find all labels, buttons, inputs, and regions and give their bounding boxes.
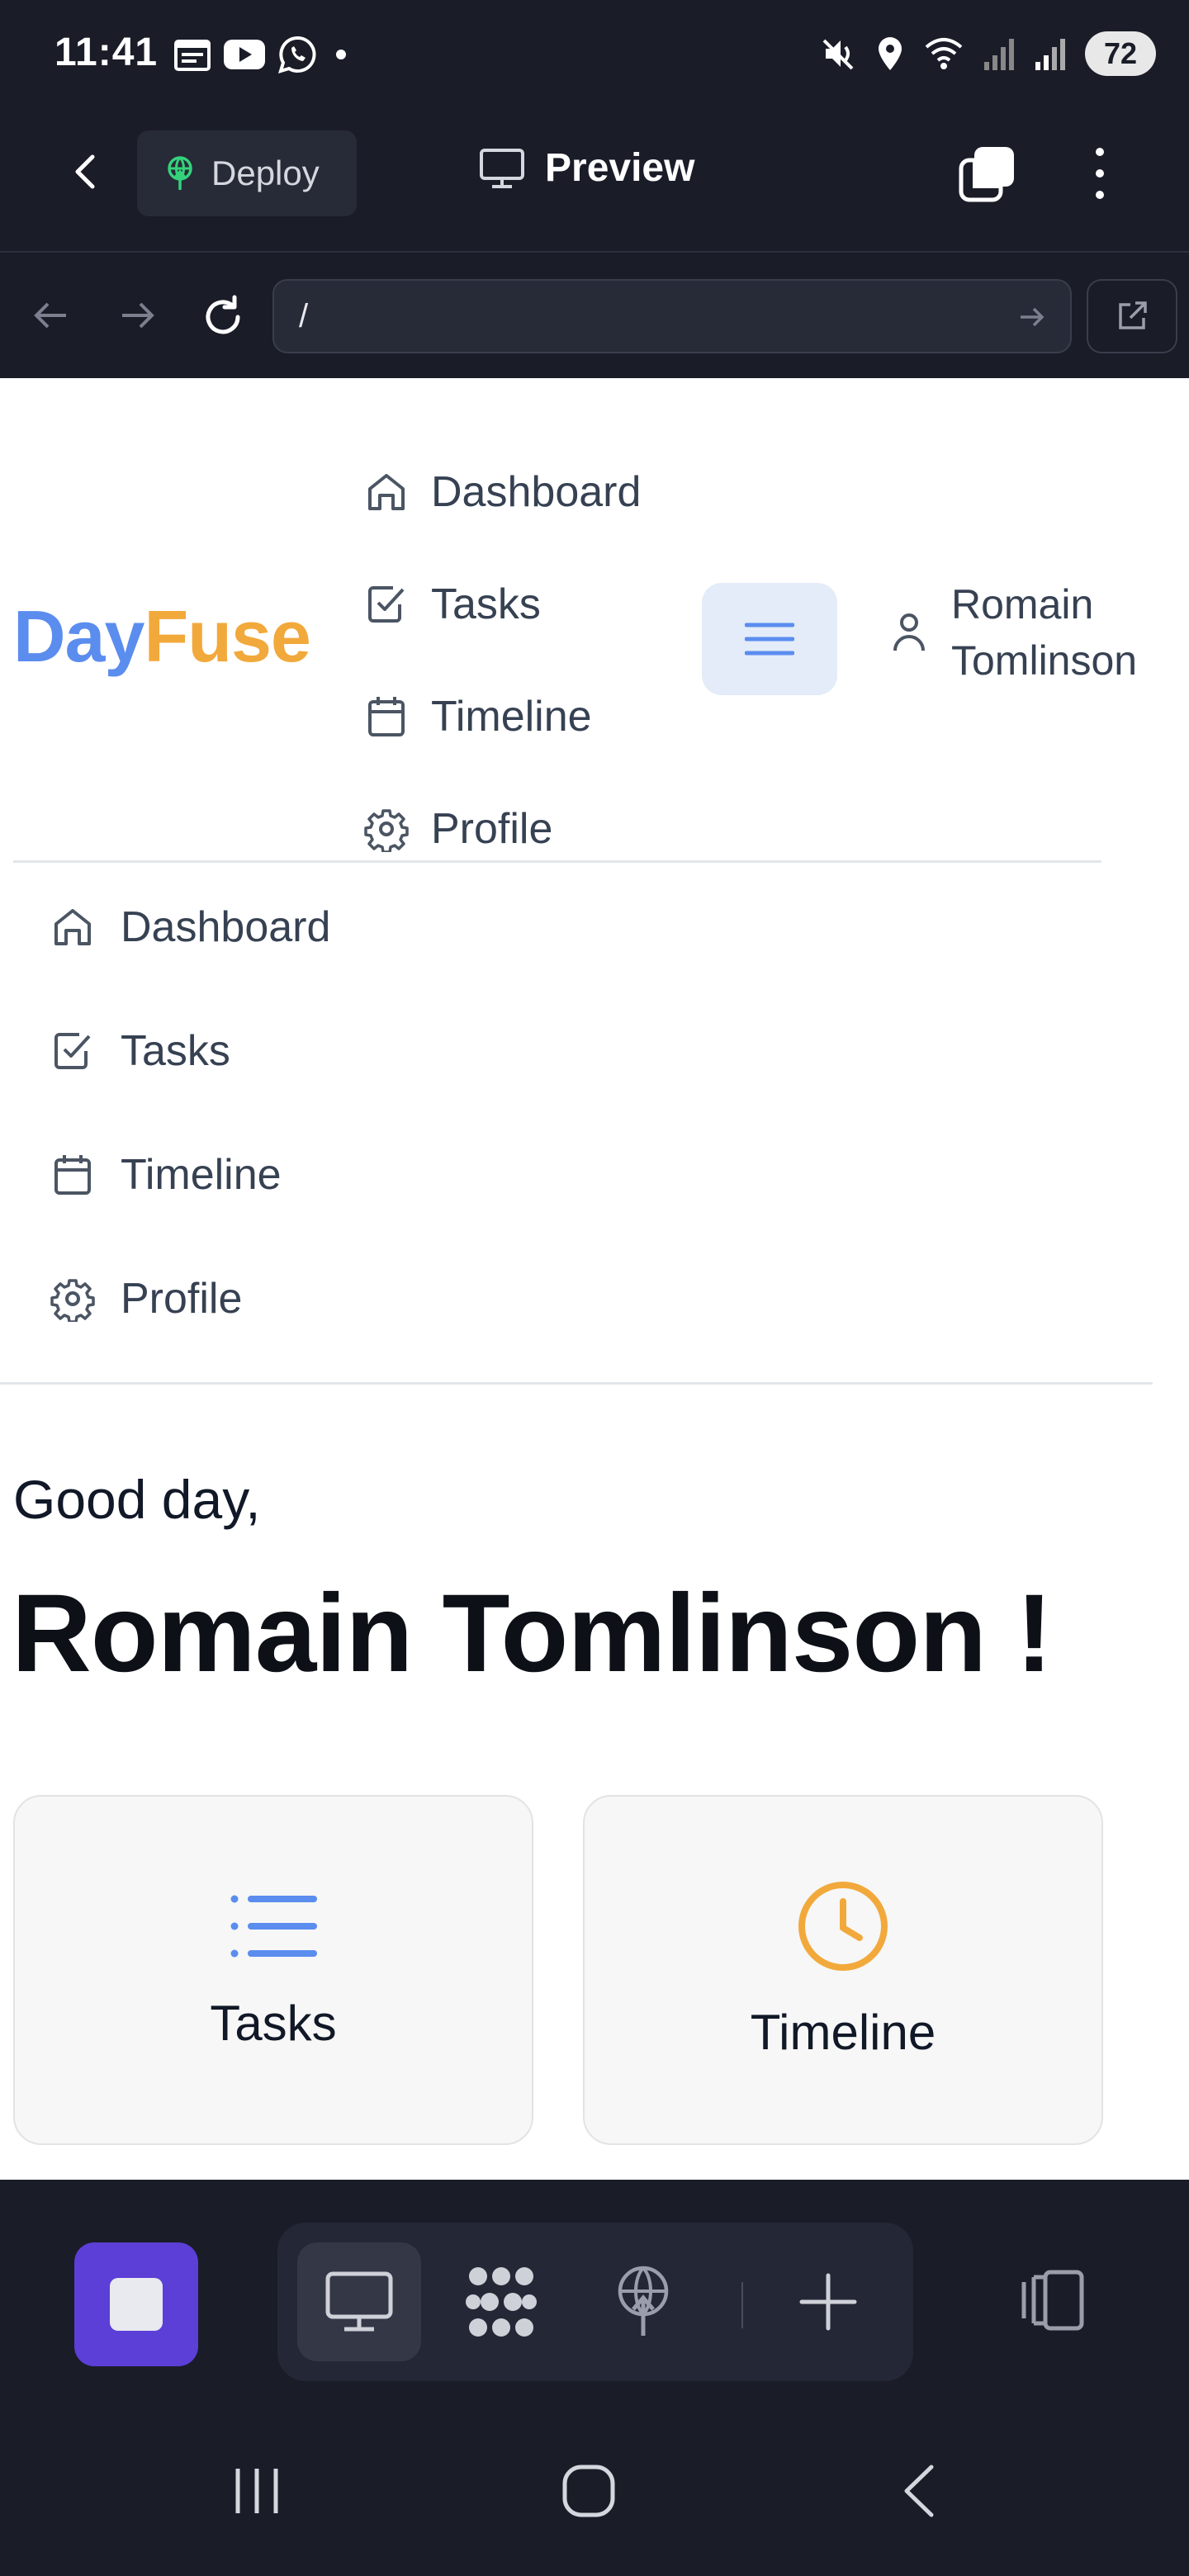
checkbox-icon: [50, 1028, 96, 1074]
card-label: Timeline: [750, 2004, 936, 2060]
web-preview: DayFuse Dashboard Tasks Timeline Profile: [0, 378, 1189, 2180]
system-back-icon[interactable]: [892, 2462, 950, 2520]
recent-apps-icon[interactable]: [228, 2462, 286, 2520]
logo-day: Day: [13, 595, 144, 677]
home-button-icon[interactable]: [560, 2462, 618, 2520]
gear-icon: [363, 806, 410, 852]
logo-fuse: Fuse: [144, 595, 310, 677]
menu-icon: [745, 618, 794, 660]
open-external-button[interactable]: [1087, 279, 1177, 353]
app-header: Deploy Preview: [0, 112, 1189, 253]
workspace-tool-button[interactable]: [439, 2242, 563, 2361]
stop-button[interactable]: [74, 2242, 198, 2366]
preview-tab[interactable]: Preview: [479, 145, 694, 191]
battery-indicator: 72: [1085, 31, 1156, 76]
mute-icon: [821, 36, 857, 72]
system-navigation-bar: [0, 2413, 1189, 2576]
card-label: Tasks: [210, 1995, 337, 2051]
external-link-icon: [1114, 298, 1150, 334]
nav-forward-icon[interactable]: [114, 292, 160, 339]
plus-icon: [797, 2271, 860, 2333]
dot-icon: [329, 42, 353, 67]
mobile-nav-label: Timeline: [121, 1151, 282, 1199]
mobile-nav-label: Dashboard: [121, 903, 331, 951]
tasks-card[interactable]: Tasks: [13, 1795, 533, 2145]
monitor-icon: [324, 2271, 394, 2333]
go-arrow-icon[interactable]: [1016, 301, 1049, 334]
site-logo[interactable]: DayFuse: [13, 594, 311, 679]
url-bar: /: [0, 253, 1189, 378]
status-notification-icons: [173, 35, 353, 74]
youtube-icon: [223, 38, 266, 71]
deploy-icon: [162, 155, 198, 192]
top-nav-tasks[interactable]: Tasks: [363, 548, 641, 661]
stop-icon: [110, 2278, 163, 2331]
url-input[interactable]: /: [272, 279, 1072, 353]
greeting-text: Good day,: [13, 1469, 261, 1530]
grid-icon: [462, 2265, 541, 2339]
mobile-nav-timeline[interactable]: Timeline: [50, 1113, 330, 1237]
tool-group: [277, 2223, 913, 2381]
calendar-icon: [173, 37, 211, 72]
deploy-icon: [610, 2265, 676, 2339]
preview-tool-button[interactable]: [297, 2242, 421, 2361]
wifi-icon: [923, 36, 964, 72]
user-name-line: Romain: [951, 581, 1094, 627]
mobile-nav-label: Profile: [121, 1275, 243, 1323]
user-profile-link[interactable]: Romain Tomlinson: [888, 576, 1137, 689]
tabs-icon[interactable]: [956, 142, 1019, 205]
calendar-icon: [363, 694, 410, 740]
reload-icon[interactable]: [198, 292, 248, 342]
home-icon: [50, 904, 96, 950]
bottom-toolbar: [0, 2180, 1189, 2417]
user-heading: Romain Tomlinson !: [12, 1572, 1053, 1695]
mobile-nav-menu: Dashboard Tasks Timeline Profile: [50, 865, 330, 1361]
mobile-nav-profile[interactable]: Profile: [50, 1237, 330, 1361]
signal-icon: [983, 36, 1016, 72]
back-button[interactable]: [64, 149, 111, 195]
gear-icon: [50, 1276, 96, 1322]
monitor-icon: [479, 148, 525, 189]
deploy-button[interactable]: Deploy: [137, 130, 357, 216]
user-name-line: Tomlinson: [951, 637, 1138, 684]
checkbox-icon: [363, 581, 410, 627]
preview-label: Preview: [545, 146, 695, 190]
divider: [13, 860, 1101, 863]
split-view-icon: [1012, 2269, 1087, 2332]
signal-icon: [1034, 36, 1067, 72]
top-nav-label: Profile: [431, 805, 553, 853]
mobile-nav-dashboard[interactable]: Dashboard: [50, 865, 330, 989]
deploy-tool-button[interactable]: [581, 2242, 705, 2361]
more-options-icon[interactable]: [1082, 142, 1118, 205]
top-nav-profile[interactable]: Profile: [363, 773, 641, 885]
add-tool-button[interactable]: [766, 2242, 890, 2361]
top-nav-label: Tasks: [431, 580, 541, 628]
top-nav-dashboard[interactable]: Dashboard: [363, 436, 641, 548]
status-bar: 11:41 72: [0, 0, 1189, 112]
status-time: 11:41: [54, 31, 159, 74]
layout-toggle-button[interactable]: [1012, 2269, 1087, 2332]
top-nav-label: Timeline: [431, 693, 592, 741]
home-icon: [363, 469, 410, 515]
whatsapp-icon: [277, 35, 317, 74]
user-name: Romain Tomlinson: [951, 576, 1137, 689]
hamburger-menu-button[interactable]: [702, 583, 837, 695]
calendar-icon: [50, 1152, 96, 1198]
nav-back-icon[interactable]: [28, 292, 74, 339]
timeline-card[interactable]: Timeline: [583, 1795, 1103, 2145]
top-nav-timeline[interactable]: Timeline: [363, 661, 641, 773]
mobile-nav-tasks[interactable]: Tasks: [50, 989, 330, 1113]
separator: [741, 2282, 743, 2328]
clock-icon: [797, 1880, 889, 1972]
url-text: /: [299, 298, 309, 334]
top-nav: Dashboard Tasks Timeline Profile: [363, 436, 641, 885]
location-icon: [875, 36, 905, 72]
mobile-nav-label: Tasks: [121, 1027, 230, 1075]
deploy-label: Deploy: [211, 154, 320, 192]
status-system-icons: 72: [821, 31, 1156, 76]
top-nav-label: Dashboard: [431, 468, 642, 516]
divider: [0, 1382, 1153, 1385]
list-icon: [228, 1889, 319, 1963]
user-icon: [888, 609, 930, 656]
